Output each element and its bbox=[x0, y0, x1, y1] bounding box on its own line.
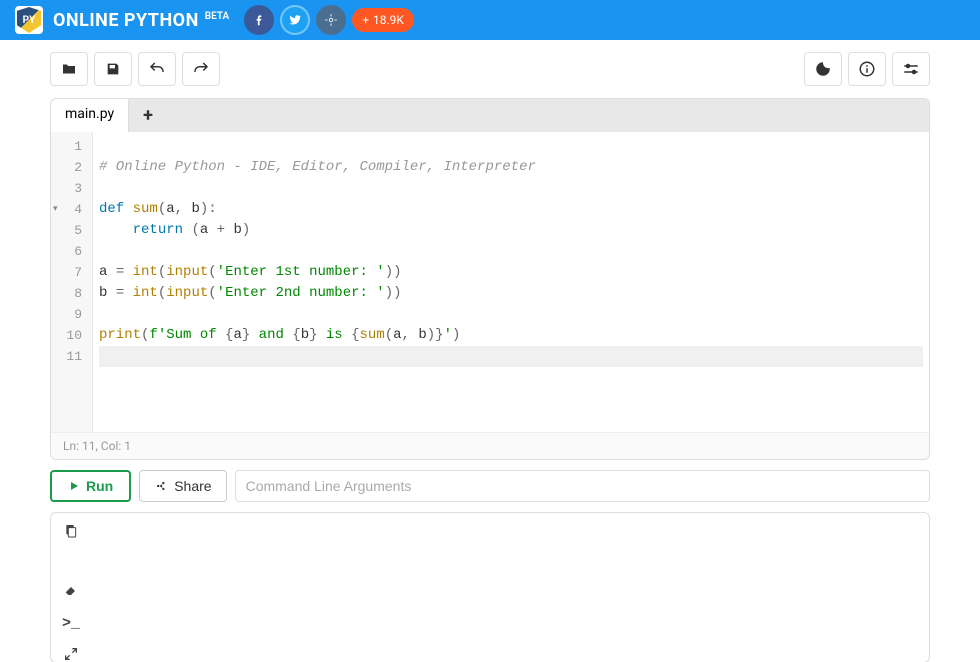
action-bar: Run Share bbox=[50, 470, 930, 502]
undo-button[interactable] bbox=[138, 52, 176, 86]
moon-icon bbox=[814, 60, 832, 78]
save-icon bbox=[105, 61, 121, 77]
cursor-position: Ln: 11, Col: 1 bbox=[63, 439, 131, 453]
line-number: 8 bbox=[51, 283, 92, 304]
code-line: return (a + b) bbox=[99, 220, 923, 241]
share-icon bbox=[154, 479, 168, 493]
line-number: 4 bbox=[51, 199, 92, 220]
share-count-button[interactable]: + 18.9K bbox=[352, 8, 414, 32]
code-line: print(f'Sum of {a} and {b} is {sum(a, b)… bbox=[99, 325, 923, 346]
redo-icon bbox=[192, 60, 210, 78]
facebook-button[interactable] bbox=[244, 5, 274, 35]
sliders-icon bbox=[902, 60, 920, 78]
share-label: Share bbox=[174, 478, 211, 494]
folder-open-icon bbox=[60, 60, 78, 78]
code-line: def sum(a, b): bbox=[99, 199, 923, 220]
line-number: 11 bbox=[51, 346, 92, 367]
beta-badge: BETA bbox=[205, 11, 229, 22]
info-icon bbox=[858, 60, 876, 78]
line-number: 10 bbox=[51, 325, 92, 346]
run-label: Run bbox=[86, 478, 113, 494]
redo-button[interactable] bbox=[182, 52, 220, 86]
tab-add-button[interactable]: + bbox=[129, 99, 167, 132]
twitter-icon bbox=[288, 13, 302, 27]
code-editor[interactable]: 1 2 3 4 5 6 7 8 9 10 11 # Online Python … bbox=[51, 132, 929, 432]
share-count-value: 18.9K bbox=[373, 13, 404, 27]
reddit-icon bbox=[324, 13, 338, 27]
expand-button[interactable] bbox=[63, 646, 79, 662]
settings-button[interactable] bbox=[892, 52, 930, 86]
code-line bbox=[99, 178, 923, 199]
plus-icon: + bbox=[362, 13, 369, 27]
console-output[interactable] bbox=[91, 513, 929, 662]
console-container: >_ bbox=[50, 512, 930, 662]
header-bar: PY ONLINE PYTHON BETA + 18.9K bbox=[0, 0, 980, 40]
line-number: 9 bbox=[51, 304, 92, 325]
toolbar-left bbox=[50, 52, 220, 86]
line-number: 7 bbox=[51, 262, 92, 283]
site-title: ONLINE PYTHON bbox=[53, 10, 199, 31]
clear-button[interactable] bbox=[63, 583, 79, 599]
reddit-button[interactable] bbox=[316, 5, 346, 35]
copy-icon bbox=[63, 523, 79, 539]
social-buttons: + 18.9K bbox=[244, 5, 414, 35]
editor-container: main.py + 1 2 3 4 5 6 7 8 9 10 11 # Onli… bbox=[50, 98, 930, 460]
logo[interactable]: PY bbox=[15, 6, 43, 34]
toolbar bbox=[0, 40, 980, 98]
eraser-icon bbox=[63, 583, 79, 599]
code-line bbox=[99, 136, 923, 157]
dark-mode-button[interactable] bbox=[804, 52, 842, 86]
line-number: 2 bbox=[51, 157, 92, 178]
undo-icon bbox=[148, 60, 166, 78]
tab-main[interactable]: main.py bbox=[51, 99, 129, 132]
facebook-icon bbox=[252, 13, 266, 27]
terminal-button[interactable]: >_ bbox=[62, 613, 80, 632]
line-number: 6 bbox=[51, 241, 92, 262]
line-number: 5 bbox=[51, 220, 92, 241]
terminal-icon: >_ bbox=[62, 615, 80, 632]
open-button[interactable] bbox=[50, 52, 88, 86]
code-line bbox=[99, 241, 923, 262]
toolbar-right bbox=[804, 52, 930, 86]
twitter-button[interactable] bbox=[280, 5, 310, 35]
code-area[interactable]: # Online Python - IDE, Editor, Compiler,… bbox=[93, 132, 929, 432]
expand-icon bbox=[63, 646, 79, 662]
tab-bar: main.py + bbox=[51, 99, 929, 132]
copy-button[interactable] bbox=[63, 523, 79, 539]
play-icon bbox=[68, 480, 80, 492]
command-args-input[interactable] bbox=[235, 470, 930, 502]
console-tools: >_ bbox=[51, 513, 91, 662]
code-line bbox=[99, 304, 923, 325]
code-line: b = int(input('Enter 2nd number: ')) bbox=[99, 283, 923, 304]
line-number: 1 bbox=[51, 136, 92, 157]
code-line: a = int(input('Enter 1st number: ')) bbox=[99, 262, 923, 283]
logo-text: PY bbox=[23, 15, 36, 26]
save-button[interactable] bbox=[94, 52, 132, 86]
gutter: 1 2 3 4 5 6 7 8 9 10 11 bbox=[51, 132, 93, 432]
code-line bbox=[99, 346, 923, 367]
download-icon bbox=[63, 553, 79, 569]
line-number: 3 bbox=[51, 178, 92, 199]
download-button[interactable] bbox=[63, 553, 79, 569]
run-button[interactable]: Run bbox=[50, 470, 131, 502]
share-button[interactable]: Share bbox=[139, 470, 226, 502]
code-line: # Online Python - IDE, Editor, Compiler,… bbox=[99, 157, 923, 178]
info-button[interactable] bbox=[848, 52, 886, 86]
status-bar: Ln: 11, Col: 1 bbox=[51, 432, 929, 459]
